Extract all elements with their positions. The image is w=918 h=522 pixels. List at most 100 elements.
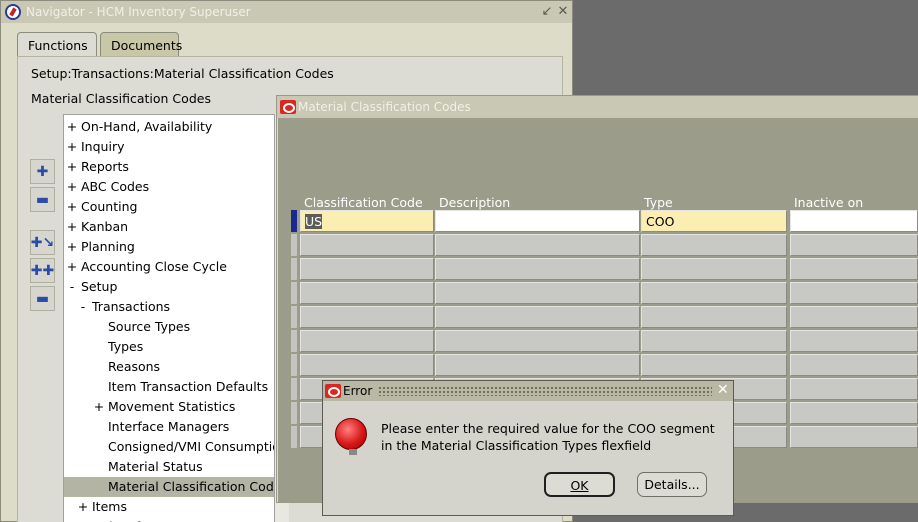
navigator-titlebar[interactable]: Navigator - HCM Inventory Superuser ↙ ✕	[1, 1, 572, 23]
expand-node-icon[interactable]: +	[66, 237, 78, 257]
record-indicator[interactable]	[291, 282, 297, 304]
minimize-icon[interactable]: ↙	[540, 4, 554, 20]
record-indicator[interactable]	[291, 330, 297, 352]
type-field-value: COO	[646, 214, 675, 229]
record-indicator[interactable]	[291, 306, 297, 328]
type-field[interactable]	[641, 306, 787, 328]
function-title: Material Classification Codes	[31, 91, 211, 106]
classification-code-field[interactable]	[300, 282, 434, 304]
mcc-titlebar[interactable]: Material Classification Codes	[277, 96, 918, 118]
tree-item[interactable]: Item Transaction Defaults	[64, 377, 274, 397]
tab-documents[interactable]: Documents	[100, 32, 182, 57]
record-indicator[interactable]	[291, 402, 297, 424]
classification-code-field[interactable]	[300, 258, 434, 280]
inactive-on-field[interactable]	[790, 378, 918, 400]
record-indicator[interactable]	[291, 210, 297, 232]
tree-item[interactable]: + ABC Codes	[64, 177, 274, 197]
tree-item[interactable]: Material Status	[64, 457, 274, 477]
record-indicator[interactable]	[291, 426, 297, 448]
tree-item-label: Material Classification Codes	[108, 479, 275, 494]
expand-node-icon[interactable]: +	[77, 517, 89, 522]
tree-item[interactable]: + On-Hand, Availability	[64, 117, 274, 137]
tree-item[interactable]: Source Types	[64, 317, 274, 337]
inactive-on-field[interactable]	[790, 258, 918, 280]
tree-item[interactable]: Consigned/VMI Consumption	[64, 437, 275, 457]
type-field[interactable]	[641, 354, 787, 376]
tree-item-label: ABC Codes	[81, 179, 150, 194]
tree-item[interactable]: Interface Managers	[64, 417, 274, 437]
expand-all-button[interactable]: ✚✚	[30, 258, 55, 283]
ok-button[interactable]: OK	[544, 472, 615, 497]
description-field[interactable]	[435, 354, 640, 376]
expand-node-icon[interactable]: +	[66, 177, 78, 197]
description-field[interactable]	[435, 330, 640, 352]
expand-node-icon[interactable]: +	[66, 197, 78, 217]
expand-node-icon[interactable]: +	[66, 217, 78, 237]
inactive-on-field[interactable]	[790, 234, 918, 256]
inactive-on-field[interactable]	[790, 330, 918, 352]
type-field[interactable]	[641, 258, 787, 280]
inactive-on-field[interactable]	[790, 210, 918, 232]
inactive-on-field[interactable]	[790, 354, 918, 376]
expand-node-icon[interactable]: +	[66, 257, 78, 277]
inactive-on-field[interactable]	[790, 306, 918, 328]
tree-item[interactable]: + Kanban	[64, 217, 274, 237]
tree-item[interactable]: Types	[64, 337, 274, 357]
description-field[interactable]	[435, 306, 640, 328]
expand-node-icon[interactable]: +	[66, 157, 78, 177]
collapse-node-icon[interactable]: -	[77, 297, 89, 317]
record-indicator[interactable]	[291, 378, 297, 400]
tree-item[interactable]: + Items	[64, 497, 274, 517]
expand-node-icon[interactable]: +	[66, 117, 78, 137]
error-dialog: Error ✕ Please enter the required value …	[322, 380, 734, 516]
function-tree[interactable]: + On-Hand, Availability + Inquiry + Reports + A…	[63, 114, 275, 522]
tree-item-label: Consigned/VMI Consumption	[108, 439, 275, 454]
inactive-on-field[interactable]	[790, 282, 918, 304]
close-icon[interactable]: ✕	[556, 4, 570, 20]
tree-item[interactable]: + Reports	[64, 157, 274, 177]
expand-button[interactable]: ✚	[30, 159, 55, 184]
tree-item[interactable]: + Movement Statistics	[64, 397, 274, 417]
tree-item[interactable]: + Planning	[64, 237, 274, 257]
tree-item-label: Reports	[81, 159, 129, 174]
tree-item[interactable]: Material Classification Codes	[64, 477, 275, 497]
type-field[interactable]: COO	[641, 210, 787, 232]
tree-item[interactable]: - Setup	[64, 277, 274, 297]
error-titlebar[interactable]: Error ✕	[323, 381, 733, 401]
plus-icon: ✚	[36, 163, 49, 180]
description-field[interactable]	[435, 258, 640, 280]
close-icon[interactable]: ✕	[717, 382, 729, 398]
tree-item[interactable]: + Accounting Close Cycle	[64, 257, 274, 277]
tree-item[interactable]: Reasons	[64, 357, 274, 377]
classification-code-field[interactable]	[300, 306, 434, 328]
type-field[interactable]	[641, 282, 787, 304]
description-field[interactable]	[435, 234, 640, 256]
tab-functions[interactable]: Functions	[17, 32, 97, 57]
inactive-on-field[interactable]	[790, 426, 918, 448]
details-button[interactable]: Details...	[637, 472, 707, 497]
classification-code-field[interactable]	[300, 234, 434, 256]
tree-item[interactable]: +Units of Measure	[64, 517, 274, 522]
type-field[interactable]	[641, 330, 787, 352]
inactive-on-field[interactable]	[790, 402, 918, 424]
expand-node-icon[interactable]: +	[77, 497, 89, 517]
collapse-button[interactable]: ▬	[30, 187, 55, 212]
classification-code-field[interactable]	[300, 330, 434, 352]
tree-item[interactable]: + Counting	[64, 197, 274, 217]
classification-code-field[interactable]	[300, 354, 434, 376]
record-indicator[interactable]	[291, 258, 297, 280]
description-field[interactable]	[435, 282, 640, 304]
tree-item[interactable]: - Transactions	[64, 297, 274, 317]
collapse-all-button[interactable]: ▬	[30, 286, 55, 311]
description-field[interactable]	[435, 210, 640, 232]
collapse-node-icon[interactable]: -	[66, 277, 78, 297]
tree-item[interactable]: + Inquiry	[64, 137, 274, 157]
error-title: Error	[343, 384, 373, 398]
type-field[interactable]	[641, 234, 787, 256]
expand-node-icon[interactable]: +	[66, 137, 78, 157]
record-indicator[interactable]	[291, 234, 297, 256]
expand-branch-button[interactable]: ✚↘	[30, 230, 55, 255]
classification-code-field[interactable]: US	[300, 210, 434, 232]
expand-node-icon[interactable]: +	[93, 397, 105, 417]
record-indicator[interactable]	[291, 354, 297, 376]
